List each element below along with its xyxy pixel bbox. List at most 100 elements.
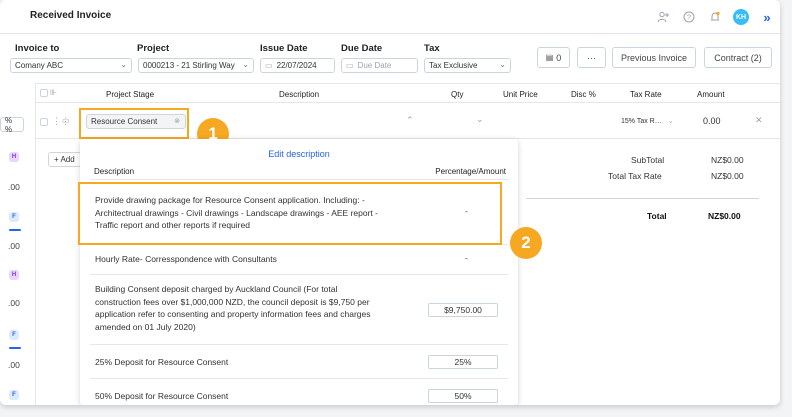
row-checkbox[interactable] bbox=[40, 118, 48, 126]
option-value: - bbox=[465, 253, 468, 263]
progress-bar bbox=[9, 347, 21, 349]
svg-text:?: ? bbox=[687, 15, 691, 22]
tax-label: Tax bbox=[424, 43, 440, 54]
option-line: Building Consent deposit charged by Auck… bbox=[95, 284, 338, 294]
tax-rate-value: 15% Tax R… bbox=[621, 118, 662, 125]
dropdown-option[interactable]: Hourly Rate- Corresspondence with Consul… bbox=[90, 245, 508, 275]
total-label: Total bbox=[647, 211, 667, 221]
dropdown-col-description: Description bbox=[94, 167, 135, 176]
header-icons: ? KH » bbox=[650, 8, 780, 26]
chevron-down-icon: ⌄ bbox=[120, 60, 127, 69]
option-percent-input[interactable]: 25% bbox=[428, 355, 498, 369]
callout-badge-2: 2 bbox=[510, 227, 542, 259]
dropdown-option[interactable]: Building Consent deposit charged by Auck… bbox=[90, 275, 508, 345]
contract-button[interactable]: Contract (2) bbox=[704, 47, 772, 68]
issue-date-field[interactable]: ▭ 22/07/2024 bbox=[260, 58, 335, 73]
previous-invoice-button[interactable]: Previous Invoice bbox=[612, 47, 696, 68]
table-header: ⊪ Project Stage Description Qty Unit Pri… bbox=[36, 83, 780, 103]
add-line-button[interactable]: + Add bbox=[48, 152, 82, 167]
invoice-to-label: Invoice to bbox=[15, 43, 60, 54]
option-description: 25% Deposit for Resource Consent bbox=[95, 357, 229, 367]
col-disc: Disc % bbox=[571, 90, 596, 99]
page-title: Received Invoice bbox=[30, 10, 112, 21]
project-label: Project bbox=[137, 43, 170, 54]
chevron-down-icon[interactable]: ⌄ bbox=[476, 114, 484, 125]
chevron-down-icon: ⌄ bbox=[499, 60, 506, 69]
chevron-down-icon: ⌄ bbox=[667, 118, 674, 125]
dropdown-option[interactable]: 50% Deposit for Resource Consent 50% bbox=[90, 379, 508, 405]
total-value: NZ$0.00 bbox=[708, 211, 741, 221]
f-pill: F bbox=[9, 212, 19, 222]
invoice-to-value: Comany ABC bbox=[15, 61, 64, 70]
header-bar: Received Invoice ? KH » bbox=[0, 0, 780, 34]
col-project-stage: Project Stage bbox=[106, 90, 155, 99]
due-date-field[interactable]: ▭ Due Date bbox=[341, 58, 418, 73]
col-tax-rate: Tax Rate bbox=[630, 90, 662, 99]
invoice-to-select[interactable]: Comany ABC ⌄ bbox=[10, 58, 132, 73]
totals-divider bbox=[526, 198, 759, 199]
col-amount: Amount bbox=[697, 90, 725, 99]
calendar-icon: ▭ bbox=[265, 61, 273, 70]
tax-select[interactable]: Tax Exclusive ⌄ bbox=[424, 58, 511, 73]
bell-icon[interactable] bbox=[702, 11, 728, 23]
option-description: Hourly Rate- Corresspondence with Consul… bbox=[95, 254, 277, 264]
dropdown-col-percentage: Percentage/Amount bbox=[435, 167, 506, 176]
option-amount-input[interactable]: $9,750.00 bbox=[428, 303, 498, 317]
tax-total-value: NZ$0.00 bbox=[711, 171, 744, 181]
amount-value: 0.00 bbox=[703, 116, 721, 126]
option-line: application refer to consenting and prop… bbox=[95, 309, 371, 319]
progress-bar bbox=[9, 229, 21, 231]
issue-date-value: 22/07/2024 bbox=[276, 61, 317, 70]
left-value: .00 bbox=[8, 241, 20, 251]
attachments-count: 0 bbox=[556, 52, 562, 63]
project-select[interactable]: 0000213 - 21 Stirling Way ⌄ bbox=[138, 58, 254, 73]
h-pill: H bbox=[9, 270, 19, 280]
callout-highlight-2 bbox=[78, 182, 502, 245]
attachments-button[interactable]: ▤ 0 bbox=[537, 47, 570, 68]
calendar-icon: ▭ bbox=[346, 61, 354, 70]
more-icon: ··· bbox=[587, 52, 596, 63]
dropdown-option[interactable]: 25% Deposit for Resource Consent 25% bbox=[90, 345, 508, 379]
collapse-chevron-icon[interactable]: » bbox=[754, 10, 780, 25]
subtotal-value: NZ$0.00 bbox=[711, 155, 744, 165]
f-pill: F bbox=[9, 390, 19, 400]
left-value: .00 bbox=[8, 182, 20, 192]
subtotal-label: SubTotal bbox=[631, 155, 665, 165]
add-user-icon[interactable] bbox=[650, 11, 676, 23]
more-button[interactable]: ··· bbox=[577, 47, 606, 68]
col-qty: Qty bbox=[451, 90, 464, 99]
row-options-icon[interactable]: ▭ bbox=[62, 116, 70, 125]
callout-highlight-1 bbox=[79, 108, 189, 139]
option-line: amended on 01 July 2020) bbox=[95, 321, 196, 332]
avatar[interactable]: KH bbox=[733, 9, 749, 25]
stage-description-dropdown: Edit description Description Percentage/… bbox=[80, 139, 518, 405]
select-all-checkbox[interactable] bbox=[40, 89, 48, 97]
user-avatar[interactable]: KH bbox=[728, 9, 754, 25]
left-value: .00 bbox=[8, 360, 20, 370]
tax-total-label: Total Tax Rate bbox=[608, 171, 662, 181]
col-description: Description bbox=[279, 90, 320, 99]
option-description: 50% Deposit for Resource Consent bbox=[95, 391, 229, 401]
f-pill: F bbox=[9, 330, 19, 340]
tax-value: Tax Exclusive bbox=[429, 61, 478, 70]
h-pill: H bbox=[9, 152, 19, 162]
due-date-label: Due Date bbox=[341, 43, 383, 54]
chevron-down-icon: ⌄ bbox=[242, 60, 249, 69]
option-description: Building Consent deposit charged by Auck… bbox=[95, 283, 370, 333]
tax-rate-select[interactable]: 15% Tax R… ⌄ bbox=[621, 117, 674, 125]
option-line: construction fees over $1,000,000 NZD, t… bbox=[95, 296, 370, 307]
percent-field[interactable]: % % bbox=[0, 115, 24, 134]
project-value: 0000213 - 21 Stirling Way bbox=[143, 61, 235, 70]
invoice-window: Received Invoice ? KH » Invoice to Proje… bbox=[0, 0, 780, 405]
issue-date-label: Issue Date bbox=[260, 43, 308, 54]
help-icon[interactable]: ? bbox=[676, 11, 702, 23]
edit-description-link[interactable]: Edit description bbox=[80, 149, 518, 159]
option-percent-input[interactable]: 50% bbox=[428, 389, 498, 403]
close-icon[interactable]: ✕ bbox=[755, 115, 763, 126]
col-unit-price: Unit Price bbox=[503, 90, 538, 99]
chevron-up-icon[interactable]: ⌃ bbox=[406, 115, 414, 126]
chart-icon: ⊪ bbox=[50, 88, 57, 97]
left-value: .00 bbox=[8, 298, 20, 308]
percent-value: % % bbox=[5, 115, 13, 134]
document-icon: ▤ bbox=[545, 53, 554, 62]
